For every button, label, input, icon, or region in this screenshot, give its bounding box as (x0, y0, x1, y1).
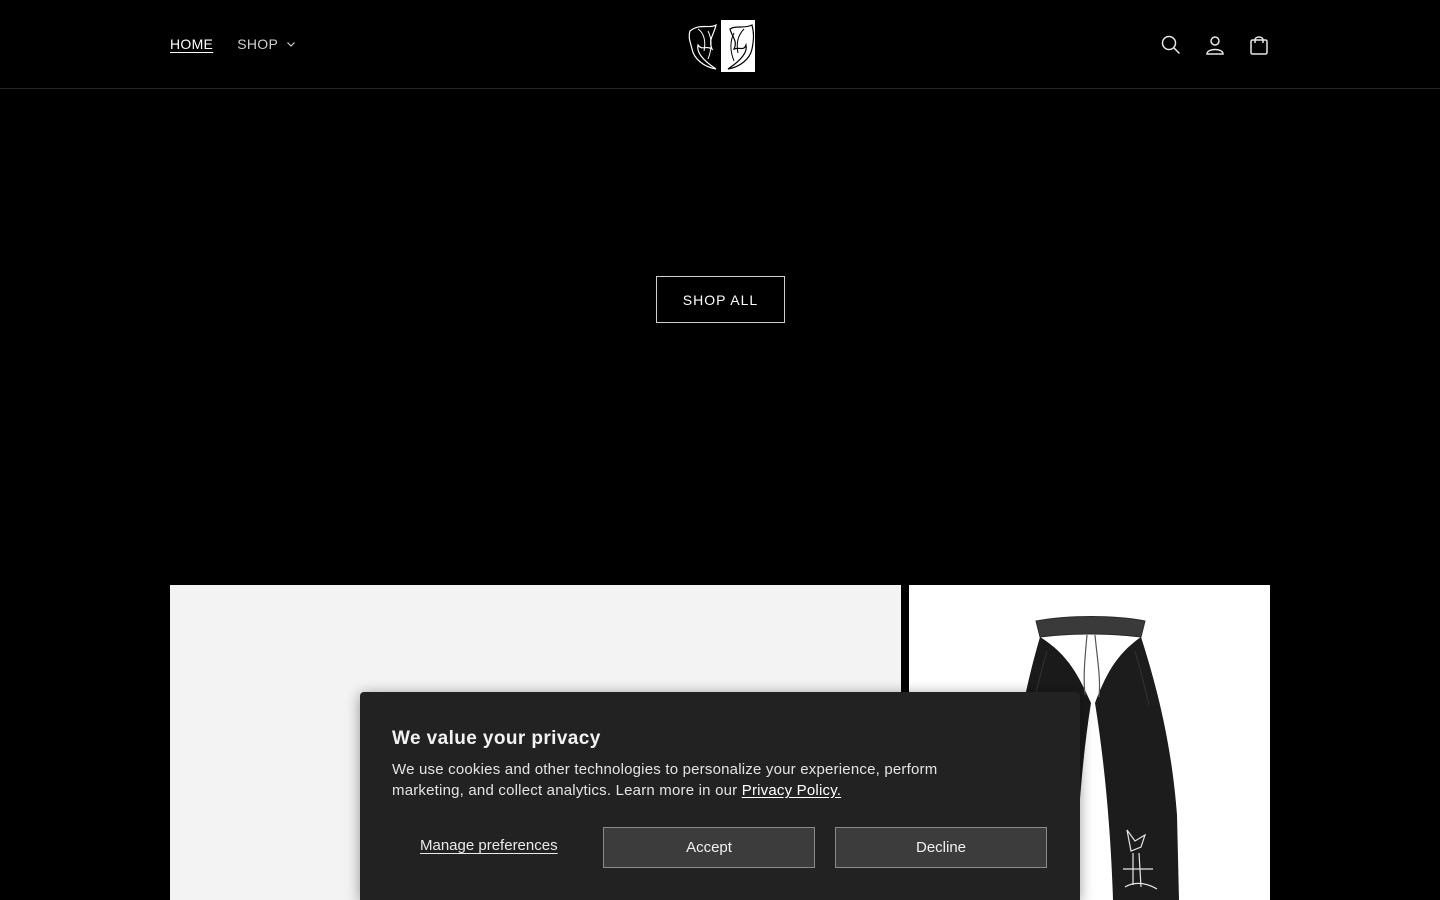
chevron-down-icon (287, 42, 296, 47)
privacy-policy-link[interactable]: Privacy Policy. (742, 782, 841, 799)
privacy-title: We value your privacy (392, 728, 601, 749)
privacy-consent-dialog: We value your privacy We use cookies and… (360, 692, 1080, 900)
search-button[interactable] (1160, 33, 1182, 57)
shop-all-button[interactable]: SHOP ALL (656, 276, 785, 323)
decline-button[interactable]: Decline (835, 827, 1047, 868)
hero-banner: SHOP ALL (0, 89, 1440, 585)
nav-home-link[interactable]: HOME (170, 36, 213, 52)
cart-icon (1250, 36, 1268, 55)
logo-icon (686, 19, 756, 73)
site-header: HOME SHOP (0, 0, 1440, 89)
accept-button[interactable]: Accept (603, 827, 815, 868)
brand-logo[interactable] (686, 19, 756, 73)
privacy-description: We use cookies and other technologies to… (392, 759, 1012, 801)
main-nav: HOME SHOP (170, 36, 296, 52)
account-button[interactable] (1204, 33, 1226, 57)
search-icon (1161, 35, 1181, 55)
cart-button[interactable] (1248, 33, 1270, 57)
nav-shop-dropdown[interactable]: SHOP (237, 36, 296, 52)
manage-preferences-button[interactable]: Manage preferences (420, 837, 558, 854)
account-icon (1206, 36, 1224, 55)
header-icons (1160, 33, 1270, 57)
privacy-description-text: We use cookies and other technologies to… (392, 761, 938, 799)
nav-shop-label: SHOP (237, 36, 279, 52)
